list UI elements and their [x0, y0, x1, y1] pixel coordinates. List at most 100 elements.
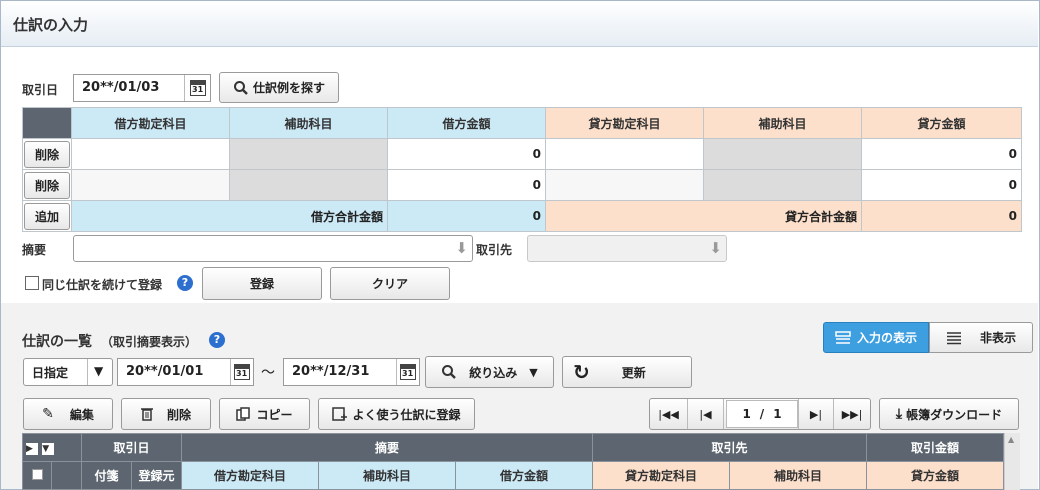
credit-amount-cell[interactable]: 0	[861, 169, 1022, 201]
filter-button[interactable]: 絞り込み ▼	[425, 356, 554, 388]
copy-button[interactable]: コピー	[219, 398, 310, 430]
col-credit-account[interactable]: 貸方勘定科目	[592, 461, 730, 490]
col-credit-sub[interactable]: 補助科目	[729, 461, 867, 490]
col-date[interactable]: 取引日	[81, 433, 182, 462]
journal-entry-table: 借方勘定科目 補助科目 借方金額 貸方勘定科目 補助科目 貸方金額 削除 0 0…	[22, 107, 1022, 232]
clear-button[interactable]: クリア	[330, 267, 450, 300]
credit-total-label: 貸方合計金額	[545, 200, 862, 232]
calendar-icon[interactable]: 31	[234, 364, 250, 380]
continue-checkbox[interactable]	[25, 276, 39, 290]
search-example-button[interactable]: 仕訳例を探す	[219, 72, 339, 103]
add-row-button[interactable]: 追加	[24, 202, 70, 230]
select-all-checkbox[interactable]	[31, 468, 43, 480]
download-button[interactable]: ⤓ 帳簿ダウンロード	[879, 398, 1019, 430]
caret-down-icon: ▼	[529, 365, 538, 379]
pagination: |◀◀ |◀ 1/1 ▶| ▶▶|	[649, 398, 871, 430]
entry-row: 削除 0 0	[22, 169, 1022, 201]
partner-input[interactable]: ⬇	[527, 235, 727, 262]
scrollbar[interactable]: ▲	[1004, 433, 1020, 490]
col-memo[interactable]: 摘要	[181, 433, 593, 462]
delete-row-button[interactable]: 削除	[24, 140, 70, 168]
expand-icon[interactable]: ▶	[26, 443, 38, 455]
range-tilde: 〜	[261, 365, 275, 381]
credit-amount-cell[interactable]: 0	[861, 138, 1022, 170]
header-credit-account: 貸方勘定科目	[545, 107, 704, 139]
debit-total-label: 借方合計金額	[71, 200, 388, 232]
entry-row: 削除 0 0	[22, 138, 1022, 170]
header-debit-account: 借方勘定科目	[71, 107, 230, 139]
next-page-icon[interactable]: ▶|	[798, 399, 834, 429]
col-debit-amount[interactable]: 借方金額	[455, 461, 593, 490]
col-tag[interactable]: 付箋	[81, 461, 132, 490]
header-credit-sub: 補助科目	[703, 107, 862, 139]
search-icon	[442, 365, 457, 379]
continue-label: 同じ仕訳を続けて登録	[42, 278, 163, 292]
edit-button[interactable]: ✎ 編集	[23, 398, 113, 430]
arrow-down-icon[interactable]: ⬇	[709, 239, 722, 257]
last-page-icon[interactable]: ▶▶|	[834, 399, 870, 429]
list-title: 仕訳の一覧	[22, 334, 92, 350]
list-view-icon	[835, 330, 851, 344]
date-value: 20**/01/03	[82, 80, 160, 95]
memo-label: 摘要	[22, 243, 47, 257]
credit-account-cell[interactable]	[545, 138, 704, 170]
col-credit-amount[interactable]: 貸方金額	[866, 461, 1004, 490]
credit-sub-cell	[703, 169, 862, 201]
list-subtitle: （取引摘要表示）	[101, 335, 198, 349]
collapse-icon[interactable]: ▼	[42, 443, 55, 455]
debit-amount-cell[interactable]: 0	[387, 169, 546, 201]
date-label: 取引日	[22, 83, 59, 97]
date-input[interactable]: 20**/01/03 31	[73, 74, 211, 102]
view-input-toggle[interactable]: 入力の表示	[823, 322, 929, 353]
lines-icon	[946, 331, 961, 344]
credit-total-value: 0	[861, 200, 1022, 232]
arrow-down-icon[interactable]: ⬇	[455, 239, 468, 257]
partner-label: 取引先	[476, 243, 513, 257]
debit-sub-cell	[229, 138, 388, 170]
help-icon[interactable]: ?	[177, 275, 193, 291]
header-debit-sub: 補助科目	[229, 107, 388, 139]
prev-page-icon[interactable]: |◀	[688, 399, 724, 429]
pencil-icon: ✎	[42, 406, 54, 422]
header-debit-amount: 借方金額	[387, 107, 546, 139]
totals-row: 追加 借方合計金額 0 貸方合計金額 0	[22, 200, 1022, 232]
col-source[interactable]: 登録元	[131, 461, 182, 490]
scroll-up-icon[interactable]: ▲	[1008, 435, 1014, 444]
col-partner[interactable]: 取引先	[592, 433, 867, 462]
view-hide-toggle[interactable]: 非表示	[929, 322, 1033, 353]
debit-total-value: 0	[387, 200, 546, 232]
credit-sub-cell	[703, 138, 862, 170]
search-icon	[233, 80, 248, 95]
debit-account-cell[interactable]	[71, 138, 230, 170]
col-debit-sub[interactable]: 補助科目	[318, 461, 456, 490]
favorite-register-button[interactable]: よく使う仕訳に登録	[318, 398, 475, 430]
debit-amount-cell[interactable]: 0	[387, 138, 546, 170]
debit-sub-cell	[229, 169, 388, 201]
title-bar: 仕訳の入力	[1, 1, 1038, 47]
book-add-icon	[332, 407, 348, 421]
date-from-input[interactable]: 20**/01/01 31	[117, 358, 254, 386]
date-to-input[interactable]: 20**/12/31 31	[283, 358, 420, 386]
col-amount[interactable]: 取引金額	[866, 433, 1004, 462]
date-mode-select[interactable]: 日指定 ▼	[23, 358, 113, 386]
calendar-icon[interactable]: 31	[400, 364, 416, 380]
refresh-button[interactable]: ↻ 更新	[562, 356, 692, 388]
page-indicator[interactable]: 1/1	[726, 400, 798, 428]
header-credit-amount: 貸方金額	[861, 107, 1022, 139]
trash-icon	[140, 408, 153, 421]
delete-button[interactable]: 削除	[121, 398, 211, 430]
page-title: 仕訳の入力	[13, 16, 89, 34]
calendar-icon[interactable]: 31	[190, 80, 206, 96]
caret-down-icon: ▼	[94, 364, 104, 378]
copy-icon	[236, 407, 251, 421]
first-page-icon[interactable]: |◀◀	[650, 399, 688, 429]
credit-account-cell[interactable]	[545, 169, 704, 201]
journal-list-table: ▶ ▼ 取引日 摘要 取引先 取引金額 付箋 登録元 借方勘定科目 補助科目 借…	[22, 433, 1004, 490]
delete-row-button[interactable]: 削除	[24, 171, 70, 199]
col-debit-account[interactable]: 借方勘定科目	[181, 461, 319, 490]
register-button[interactable]: 登録	[202, 267, 322, 300]
help-icon[interactable]: ?	[209, 332, 225, 348]
memo-input[interactable]: ⬇	[73, 235, 473, 262]
download-icon: ⤓	[895, 406, 903, 422]
debit-account-cell[interactable]	[71, 169, 230, 201]
